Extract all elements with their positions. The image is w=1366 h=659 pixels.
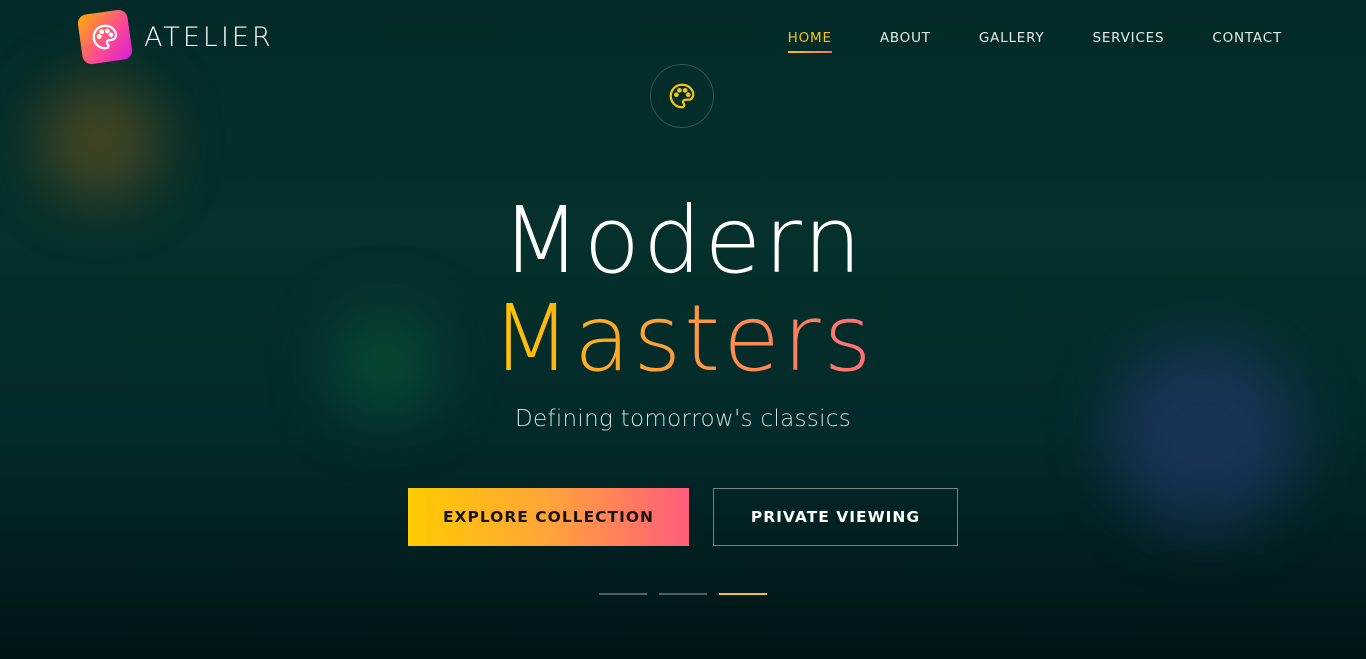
slider-indicator-3[interactable] <box>719 593 767 595</box>
slider-indicator-2[interactable] <box>659 593 707 595</box>
palette-icon <box>669 83 695 109</box>
nav-item-contact[interactable]: CONTACT <box>1212 30 1282 52</box>
palette-icon <box>92 24 118 50</box>
background-orb-gold <box>40 80 160 200</box>
main-nav: HOME ABOUT GALLERY SERVICES CONTACT <box>787 30 1282 53</box>
hero-title-line2: Masters <box>0 284 1366 394</box>
explore-collection-button[interactable]: EXPLORE COLLECTION <box>408 488 689 546</box>
hero-title-line2-text: Masters <box>491 285 875 392</box>
hero-title-line1: Modern <box>501 187 865 294</box>
logo-badge <box>76 8 134 66</box>
slider-indicators <box>599 593 767 595</box>
nav-item-services[interactable]: SERVICES <box>1092 30 1164 52</box>
brand-name: ATELIER <box>144 21 274 53</box>
slider-indicator-1[interactable] <box>599 593 647 595</box>
nav-item-about[interactable]: ABOUT <box>880 30 931 52</box>
hero-emblem <box>650 64 714 128</box>
hero-tagline: Defining tomorrow's classics <box>515 406 851 432</box>
nav-item-gallery[interactable]: GALLERY <box>979 30 1045 52</box>
nav-item-home[interactable]: HOME <box>787 30 832 53</box>
brand-logo[interactable]: ATELIER <box>76 8 274 66</box>
private-viewing-button[interactable]: PRIVATE VIEWING <box>713 488 958 546</box>
